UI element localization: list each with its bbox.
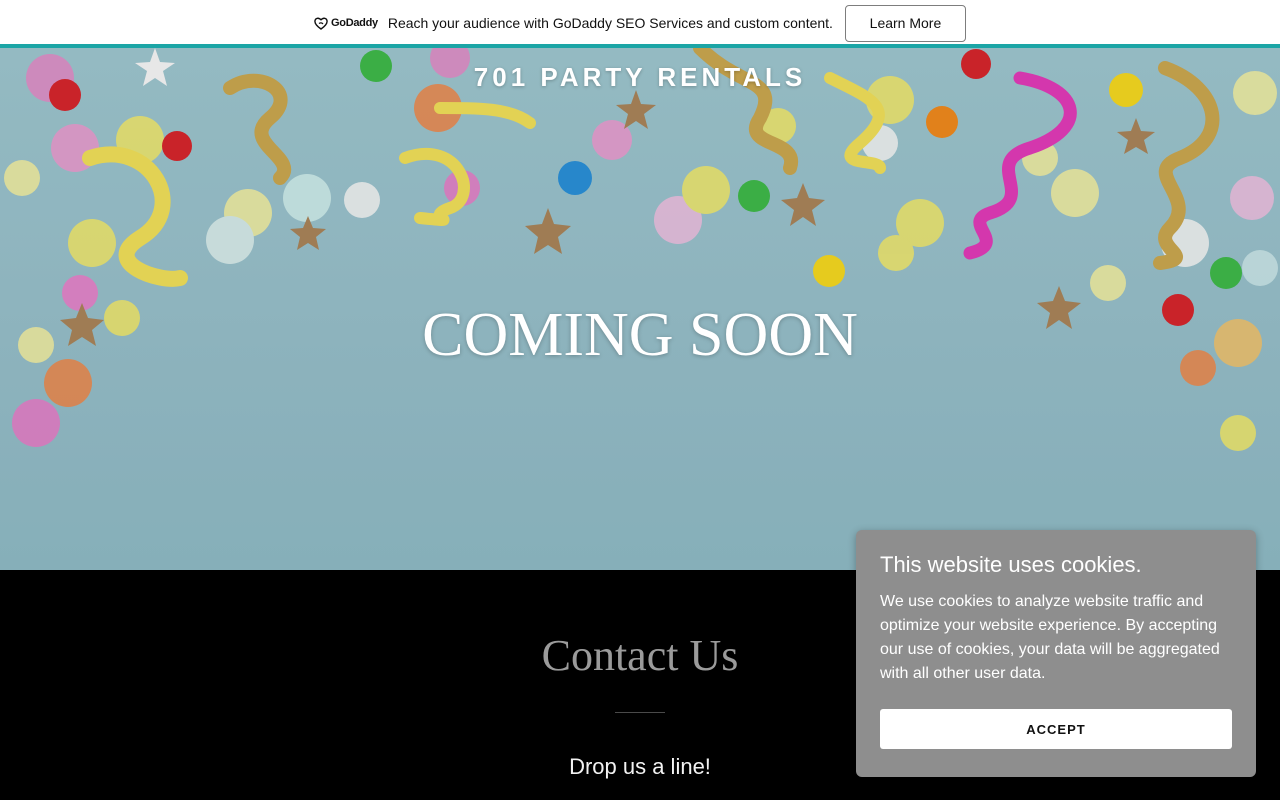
contact-divider bbox=[615, 712, 665, 713]
hero-headline: COMING SOON bbox=[422, 301, 858, 369]
cookie-consent-banner: This website uses cookies. We use cookie… bbox=[856, 530, 1256, 777]
godaddy-logo[interactable]: GoDaddy bbox=[314, 17, 378, 30]
learn-more-button[interactable]: Learn More bbox=[844, 4, 966, 42]
promo-accent-strip bbox=[0, 44, 1280, 48]
site-title[interactable]: 701 PARTY RENTALS bbox=[0, 62, 1280, 93]
accept-cookies-button[interactable]: ACCEPT bbox=[880, 709, 1232, 749]
godaddy-heart-icon bbox=[314, 17, 328, 30]
hero-section: 701 PARTY RENTALS COMING SOON bbox=[0, 48, 1280, 570]
promo-message: Reach your audience with GoDaddy SEO Ser… bbox=[387, 15, 833, 31]
godaddy-logo-text: GoDaddy bbox=[331, 17, 378, 29]
promo-banner: GoDaddy Reach your audience with GoDaddy… bbox=[0, 0, 1280, 46]
cookie-banner-body: We use cookies to analyze website traffi… bbox=[880, 593, 1220, 682]
cookie-banner-title: This website uses cookies. bbox=[880, 552, 1142, 577]
